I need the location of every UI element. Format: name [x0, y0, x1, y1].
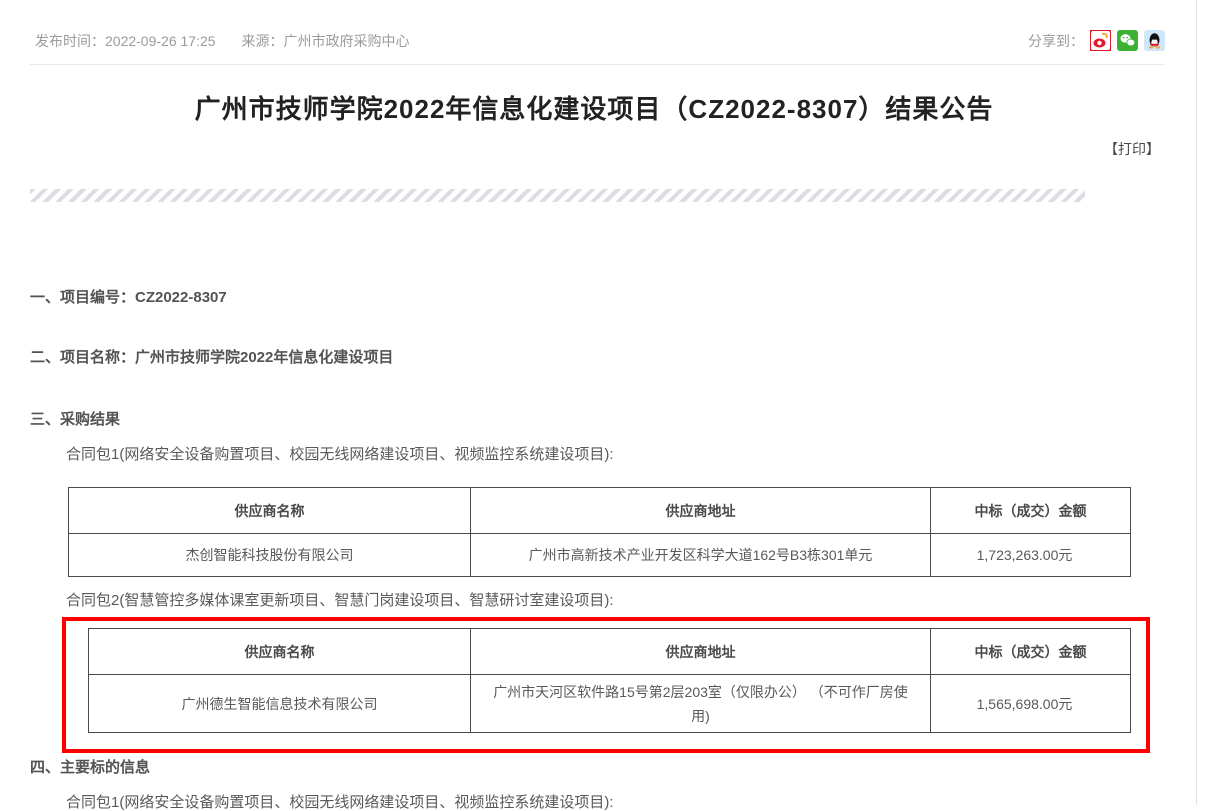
publish-time-label: 发布时间：	[35, 33, 105, 49]
column-header-award-amount: 中标（成交）金额	[931, 629, 1131, 675]
publish-time-value: 2022-09-26 17:25	[105, 33, 216, 49]
hatched-divider	[30, 189, 1085, 202]
section-project-name: 二、项目名称：广州市技师学院2022年信息化建设项目	[30, 350, 1218, 366]
column-header-award-amount: 中标（成交）金额	[931, 488, 1131, 534]
wechat-share-icon[interactable]	[1117, 30, 1138, 51]
clipped-package1-intro: 合同包1(网络安全设备购置项目、校园无线网络建设项目、视频监控系统建设项目):	[66, 795, 1218, 811]
column-header-supplier-address: 供应商地址	[471, 629, 931, 675]
table-row: 广州德生智能信息技术有限公司 广州市天河区软件路15号第2层203室（仅限办公）…	[89, 675, 1131, 733]
supplier-name-cell: 广州德生智能信息技术有限公司	[89, 675, 471, 733]
supplier-address-cell: 广州市高新技术产业开发区科学大道162号B3栋301单元	[471, 534, 931, 577]
column-header-supplier-name: 供应商名称	[69, 488, 471, 534]
share-label: 分享到：	[1028, 31, 1084, 51]
column-header-supplier-name: 供应商名称	[89, 629, 471, 675]
source-value: 广州市政府采购中心	[284, 33, 410, 49]
publish-meta: 发布时间：2022-09-26 17:25 来源：广州市政府采购中心	[35, 31, 410, 51]
qq-share-icon[interactable]	[1144, 30, 1165, 51]
page-right-border	[1196, 0, 1197, 805]
weibo-share-icon[interactable]	[1090, 30, 1111, 51]
page-title: 广州市技师学院2022年信息化建设项目（CZ2022-8307）结果公告	[30, 91, 1158, 127]
print-row: 【打印】	[0, 139, 1160, 159]
top-meta-bar: 发布时间：2022-09-26 17:25 来源：广州市政府采购中心 分享到：	[30, 0, 1165, 65]
section-main-subject-info: 四、主要标的信息	[30, 760, 1218, 776]
package2-header-row: 供应商名称 供应商地址 中标（成交）金额	[89, 629, 1131, 675]
section-project-number: 一、项目编号：CZ2022-8307	[30, 290, 1218, 306]
package1-table: 供应商名称 供应商地址 中标（成交）金额 杰创智能科技股份有限公司 广州市高新技…	[68, 487, 1131, 577]
award-amount-cell: 1,723,263.00元	[931, 534, 1131, 577]
supplier-address-cell: 广州市天河区软件路15号第2层203室（仅限办公） （不可作厂房使用)	[471, 675, 931, 733]
red-highlight-box: 供应商名称 供应商地址 中标（成交）金额 广州德生智能信息技术有限公司 广州市天…	[62, 617, 1150, 753]
award-amount-cell: 1,565,698.00元	[931, 675, 1131, 733]
supplier-name-cell: 杰创智能科技股份有限公司	[69, 534, 471, 577]
source-label: 来源：	[242, 33, 284, 49]
package2-table: 供应商名称 供应商地址 中标（成交）金额 广州德生智能信息技术有限公司 广州市天…	[88, 628, 1131, 733]
table-row: 杰创智能科技股份有限公司 广州市高新技术产业开发区科学大道162号B3栋301单…	[69, 534, 1131, 577]
package2-intro: 合同包2(智慧管控多媒体课室更新项目、智慧门岗建设项目、智慧研讨室建设项目):	[66, 593, 1218, 609]
package1-intro: 合同包1(网络安全设备购置项目、校园无线网络建设项目、视频监控系统建设项目):	[66, 447, 1218, 463]
column-header-supplier-address: 供应商地址	[471, 488, 931, 534]
print-button[interactable]: 【打印】	[1104, 141, 1160, 157]
section-procurement-result: 三、采购结果	[30, 412, 1218, 428]
package1-header-row: 供应商名称 供应商地址 中标（成交）金额	[69, 488, 1131, 534]
share-bar: 分享到：	[1028, 30, 1165, 51]
